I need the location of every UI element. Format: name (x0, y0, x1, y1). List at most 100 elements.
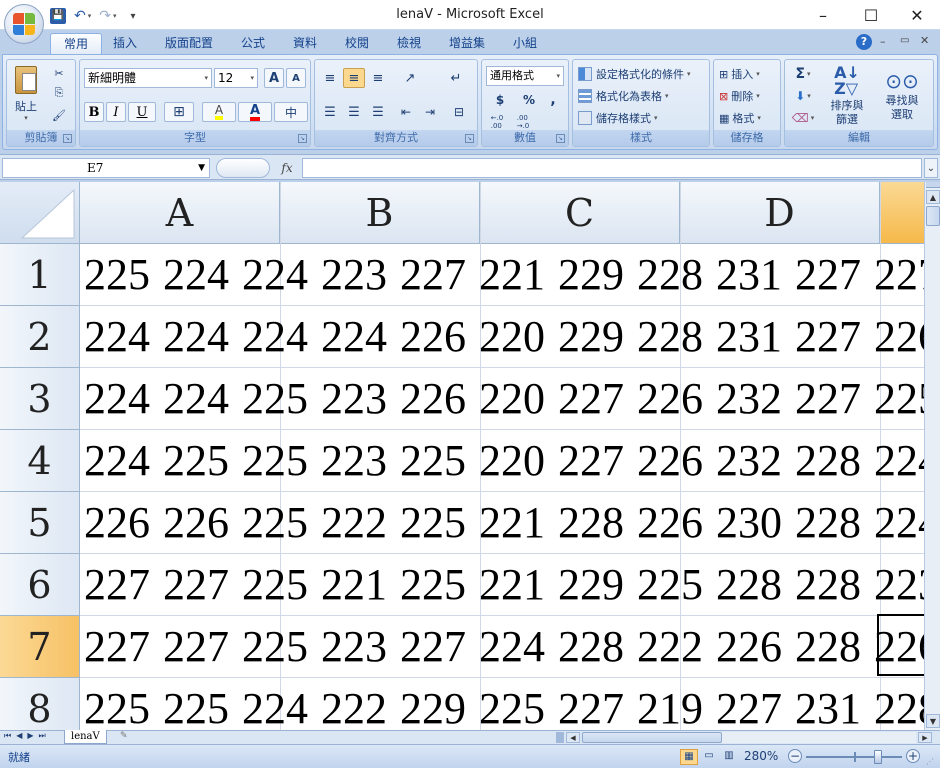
format-cells-button[interactable]: ▦ 格式 ▾ (718, 108, 778, 128)
tab-split-handle[interactable] (556, 732, 564, 743)
align-top-icon[interactable]: ≡ (319, 68, 341, 88)
column-header-c[interactable]: C (480, 182, 680, 244)
row-header-1[interactable]: 1 (0, 244, 80, 306)
customize-qat-icon[interactable]: ▾ (131, 11, 136, 22)
undo-dropdown[interactable]: ▾ (88, 12, 92, 20)
horizontal-scroll-track[interactable] (582, 732, 916, 743)
font-name-select[interactable]: 新細明體 ▾ (84, 68, 212, 88)
zoom-slider-thumb[interactable] (874, 750, 882, 764)
table-row[interactable]: 225 225 224 222 229 225 227 219 227 231 … (80, 678, 924, 730)
tab-addins[interactable]: 增益集 (436, 33, 498, 54)
decrease-indent-icon[interactable]: ⇤ (395, 102, 417, 122)
scroll-down-icon[interactable]: ▼ (926, 714, 940, 728)
orientation-icon[interactable]: ↗ (395, 68, 425, 88)
table-row[interactable]: 227 227 225 221 225 221 229 225 228 228 … (80, 554, 924, 616)
alignment-launcher-icon[interactable]: ↘ (465, 134, 474, 143)
currency-button[interactable]: $ (486, 90, 514, 110)
normal-view-icon[interactable]: ▦ (680, 749, 698, 765)
active-cell-e7[interactable] (877, 614, 924, 676)
comma-button[interactable]: , (542, 90, 564, 110)
insert-function-icon[interactable]: fx (276, 158, 298, 178)
page-layout-view-icon[interactable]: ▭ (700, 749, 718, 765)
column-header-e[interactable] (880, 182, 924, 244)
autosum-button[interactable]: Σ ▾ (789, 64, 817, 84)
underline-button[interactable]: U (128, 102, 156, 122)
conditional-format-button[interactable]: 設定格式化的條件 ▾ (577, 64, 707, 84)
row-header-2[interactable]: 2 (0, 306, 80, 368)
insert-sheet-icon[interactable]: ✎ (120, 731, 128, 741)
page-break-view-icon[interactable]: ▥ (720, 749, 738, 765)
split-box-handle[interactable] (926, 182, 940, 188)
zoom-level[interactable]: 280% (744, 749, 778, 763)
increase-indent-icon[interactable]: ⇥ (419, 102, 441, 122)
office-button[interactable] (4, 4, 44, 44)
zoom-out-icon[interactable]: − (788, 749, 802, 763)
maximize-button[interactable]: ☐ (848, 0, 894, 30)
row-header-3[interactable]: 3 (0, 368, 80, 430)
grow-font-button[interactable]: A (264, 68, 284, 88)
paste-button[interactable]: 貼上 ▾ (10, 63, 42, 125)
tab-team[interactable]: 小組 (500, 33, 550, 54)
scroll-up-icon[interactable]: ▲ (926, 190, 940, 204)
insert-cells-button[interactable]: ⊞ 插入 ▾ (718, 64, 778, 84)
align-right-icon[interactable]: ☰ (367, 102, 389, 122)
zoom-in-icon[interactable]: + (906, 749, 920, 763)
table-row[interactable]: 224 224 225 223 226 220 227 226 232 227 … (80, 368, 924, 430)
save-icon[interactable]: 💾 (50, 8, 66, 24)
border-button[interactable]: ⊞ (164, 102, 194, 122)
close-button[interactable]: ✕ (894, 0, 940, 30)
row-header-7[interactable]: 7 (0, 616, 80, 678)
format-as-table-button[interactable]: 格式化為表格 ▾ (577, 86, 707, 106)
expand-formula-bar-icon[interactable]: ⌄ (924, 158, 938, 178)
merge-center-icon[interactable]: ⊟ (445, 102, 473, 122)
fill-button[interactable]: ⬇ ▾ (789, 86, 817, 106)
tab-data[interactable]: 資料 (280, 33, 330, 54)
tab-page-layout[interactable]: 版面配置 (152, 33, 226, 54)
resize-grip-icon[interactable]: ⋰ (926, 757, 934, 766)
align-bottom-icon[interactable]: ≡ (367, 68, 389, 88)
align-middle-icon[interactable]: ≡ (343, 68, 365, 88)
phonetic-button[interactable]: 中 (274, 102, 308, 122)
clipboard-launcher-icon[interactable]: ↘ (63, 134, 72, 143)
tab-review[interactable]: 校閱 (332, 33, 382, 54)
clear-button[interactable]: ⌫ ▾ (789, 108, 817, 128)
column-header-d[interactable]: D (680, 182, 880, 244)
select-all-button[interactable] (0, 182, 80, 244)
doc-minimize-button[interactable]: – (880, 35, 886, 48)
minimize-button[interactable]: – (800, 0, 846, 30)
delete-cells-button[interactable]: ⊠ 刪除 ▾ (718, 86, 778, 106)
vertical-scrollbar[interactable]: ▲ ▼ (924, 182, 940, 730)
row-header-8[interactable]: 8 (0, 678, 80, 730)
column-header-a[interactable]: A (80, 182, 280, 244)
column-header-b[interactable]: B (280, 182, 480, 244)
redo-icon[interactable]: ↷ (99, 8, 111, 24)
increase-decimal-icon[interactable]: ←.0 .00 (486, 114, 508, 130)
copy-icon[interactable]: ⎘ (47, 84, 71, 102)
table-row[interactable]: 226 226 225 222 225 221 228 226 230 228 … (80, 492, 924, 554)
row-header-6[interactable]: 6 (0, 554, 80, 616)
percent-button[interactable]: % (518, 90, 540, 110)
scroll-right-icon[interactable]: ▶ (918, 732, 932, 743)
sheet-tab-lenav[interactable]: lenaV (64, 730, 107, 744)
scroll-left-icon[interactable]: ◀ (566, 732, 580, 743)
sheet-nav-icons[interactable]: ⏮◀▶⏭ (4, 731, 51, 741)
shrink-font-button[interactable]: A (286, 68, 306, 88)
cell-styles-button[interactable]: 儲存格樣式 ▾ (577, 108, 707, 128)
bold-button[interactable]: B (84, 102, 104, 122)
table-row[interactable]: 224 225 225 223 225 220 227 226 232 228 … (80, 430, 924, 492)
horizontal-scroll-thumb[interactable] (582, 732, 722, 743)
formula-input[interactable] (302, 158, 922, 178)
align-center-icon[interactable]: ☰ (343, 102, 365, 122)
font-color-button[interactable]: A (238, 102, 272, 122)
name-box[interactable]: E7 ▼ (2, 158, 210, 178)
cut-icon[interactable]: ✂ (47, 64, 71, 82)
find-select-button[interactable]: ⊙⊙ 尋找與 選取 (875, 62, 929, 130)
table-row[interactable]: 225 224 224 223 227 221 229 228 231 227 … (80, 244, 924, 306)
decrease-decimal-icon[interactable]: .00 →.0 (512, 114, 534, 130)
align-left-icon[interactable]: ☰ (319, 102, 341, 122)
wrap-text-icon[interactable]: ↵ (443, 68, 469, 88)
table-row[interactable]: 224 224 224 224 226 220 229 228 231 227 … (80, 306, 924, 368)
number-launcher-icon[interactable]: ↘ (556, 134, 565, 143)
scroll-thumb[interactable] (926, 206, 940, 226)
formula-bar-splitter[interactable] (216, 158, 270, 178)
